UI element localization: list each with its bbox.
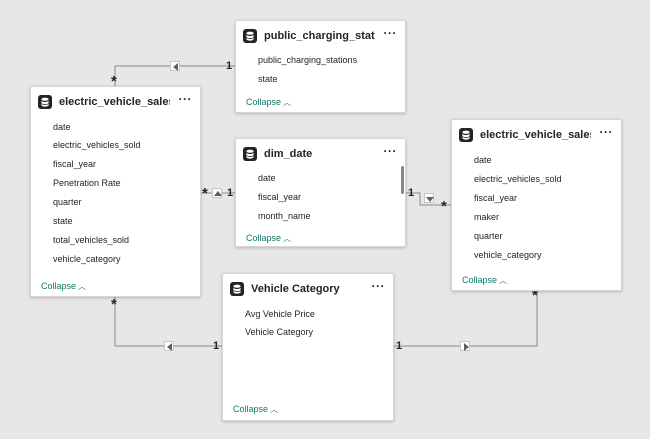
- cardinality-one: 1: [396, 340, 403, 352]
- table-title: Vehicle Category: [251, 283, 340, 295]
- field-item[interactable]: fiscal_year: [474, 192, 517, 204]
- field-item[interactable]: date: [53, 121, 71, 133]
- model-canvas[interactable]: * 1 * 1 1 * * 1 1 * public_charging_stat…: [0, 0, 650, 439]
- field-item[interactable]: month_name: [258, 210, 311, 222]
- table-title: electric_vehicle_sales_b...: [59, 96, 170, 108]
- triangle-arrow-icon: [426, 197, 434, 202]
- collapse-link[interactable]: Collapse ︿: [462, 274, 507, 287]
- field-item[interactable]: Vehicle Category: [245, 326, 313, 338]
- field-item[interactable]: public_charging_stations: [258, 54, 357, 66]
- table-icon: [243, 29, 257, 43]
- collapse-label: Collapse: [233, 404, 269, 414]
- cardinality-one: 1: [227, 187, 234, 199]
- field-item[interactable]: fiscal_year: [53, 158, 96, 170]
- table-title: electric_vehicle_sales_b...: [480, 129, 591, 141]
- triangle-arrow-icon: [173, 63, 178, 71]
- card-header[interactable]: electric_vehicle_sales_b... ···: [31, 87, 200, 117]
- card-header[interactable]: electric_vehicle_sales_b... ···: [452, 120, 621, 150]
- more-options-button[interactable]: ···: [600, 125, 614, 139]
- field-item[interactable]: vehicle_category: [53, 253, 121, 265]
- chevron-up-icon: ︿: [283, 234, 292, 243]
- collapse-label: Collapse: [246, 233, 282, 243]
- chevron-up-icon: ︿: [78, 282, 87, 291]
- field-item[interactable]: quarter: [474, 230, 503, 242]
- collapse-link[interactable]: Collapse ︿: [233, 403, 278, 416]
- triangle-arrow-icon: [464, 343, 469, 351]
- field-item[interactable]: total_vehicles_sold: [53, 234, 129, 246]
- cardinality-many: *: [441, 198, 447, 215]
- collapse-link[interactable]: Collapse ︿: [246, 232, 291, 245]
- field-item[interactable]: Penetration Rate: [53, 177, 121, 189]
- field-item[interactable]: state: [258, 73, 278, 85]
- field-item[interactable]: maker: [474, 211, 499, 223]
- table-icon: [243, 147, 257, 161]
- collapse-label: Collapse: [41, 281, 77, 291]
- more-options-button[interactable]: ···: [384, 26, 398, 40]
- triangle-arrow-icon: [167, 343, 172, 351]
- chevron-up-icon: ︿: [283, 98, 292, 107]
- relationship-line-sales-to-category: [114, 296, 222, 347]
- triangle-arrow-icon: [214, 191, 222, 196]
- cardinality-many: *: [111, 296, 117, 313]
- table-card-ev-sales-by-maker[interactable]: electric_vehicle_sales_b... ··· date ele…: [451, 119, 622, 291]
- field-item[interactable]: date: [474, 154, 492, 166]
- table-icon: [38, 95, 52, 109]
- table-card-dim-date[interactable]: dim_date ··· date fiscal_year month_name…: [235, 138, 406, 247]
- cardinality-one: 1: [408, 187, 415, 199]
- table-icon: [459, 128, 473, 142]
- collapse-link[interactable]: Collapse ︿: [246, 96, 291, 109]
- relationship-line-category-to-maker: [394, 290, 538, 347]
- card-header[interactable]: dim_date ···: [236, 139, 405, 169]
- chevron-up-icon: ︿: [270, 405, 279, 414]
- table-title: public_charging_station: [264, 30, 375, 42]
- more-options-button[interactable]: ···: [179, 92, 193, 106]
- cardinality-one: 1: [226, 60, 233, 72]
- collapse-label: Collapse: [246, 97, 282, 107]
- card-header[interactable]: public_charging_station ···: [236, 21, 405, 51]
- field-item[interactable]: state: [53, 215, 73, 227]
- table-card-public-charging-station[interactable]: public_charging_station ··· public_charg…: [235, 20, 406, 113]
- table-title: dim_date: [264, 148, 313, 160]
- table-icon: [230, 282, 244, 296]
- filter-direction-arrow[interactable]: [170, 61, 180, 71]
- field-item[interactable]: fiscal_year: [258, 191, 301, 203]
- field-item[interactable]: date: [258, 172, 276, 184]
- filter-direction-arrow[interactable]: [164, 341, 174, 351]
- filter-direction-arrow[interactable]: [460, 341, 470, 351]
- more-options-button[interactable]: ···: [384, 144, 398, 158]
- card-header[interactable]: Vehicle Category ···: [223, 274, 393, 304]
- collapse-label: Collapse: [462, 275, 498, 285]
- collapse-link[interactable]: Collapse ︿: [41, 280, 86, 293]
- field-item[interactable]: vehicle_category: [474, 249, 542, 261]
- filter-direction-arrow[interactable]: [424, 193, 434, 203]
- cardinality-one: 1: [213, 340, 220, 352]
- more-options-button[interactable]: ···: [372, 279, 386, 293]
- field-item[interactable]: electric_vehicles_sold: [53, 139, 141, 151]
- field-item[interactable]: Avg Vehicle Price: [245, 308, 315, 320]
- scrollbar-thumb[interactable]: [401, 166, 404, 194]
- field-item[interactable]: electric_vehicles_sold: [474, 173, 562, 185]
- filter-direction-arrow[interactable]: [212, 188, 222, 198]
- table-card-ev-sales-by-state[interactable]: electric_vehicle_sales_b... ··· date ele…: [30, 86, 201, 297]
- chevron-up-icon: ︿: [499, 276, 508, 285]
- table-card-vehicle-category[interactable]: Vehicle Category ··· Avg Vehicle Price V…: [222, 273, 394, 421]
- field-item[interactable]: quarter: [53, 196, 82, 208]
- cardinality-many: *: [202, 185, 208, 202]
